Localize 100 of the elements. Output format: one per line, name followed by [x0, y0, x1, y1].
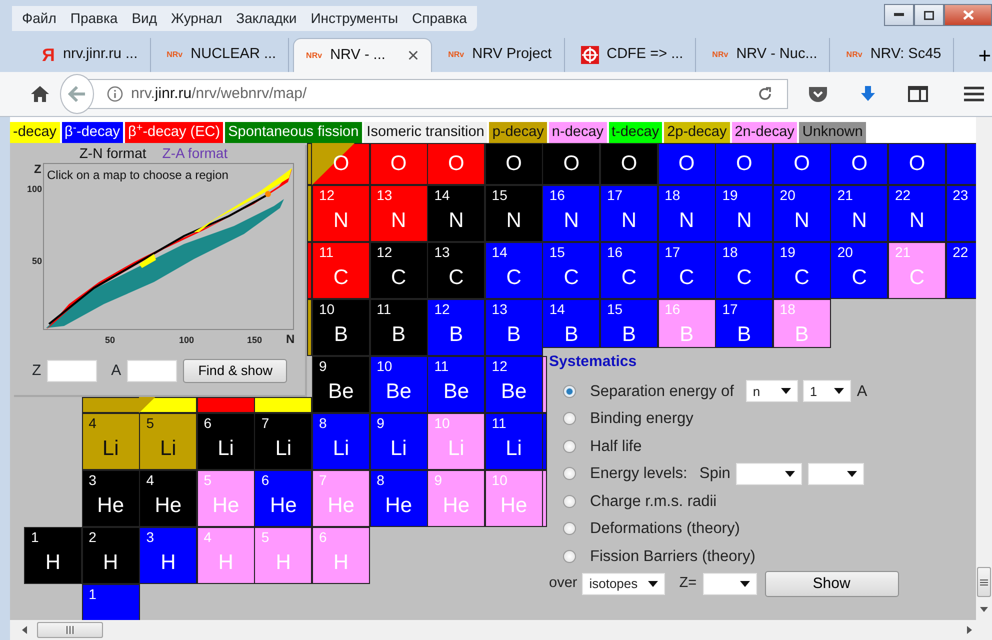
- nuclide-cell[interactable]: 12 B: [427, 299, 486, 356]
- nuclide-cell[interactable]: 23: [946, 185, 976, 242]
- nuclide-cell[interactable]: 13 N: [370, 185, 428, 242]
- a-input[interactable]: [127, 360, 178, 382]
- menu-item[interactable]: Справка: [412, 8, 467, 29]
- nuclide-cell[interactable]: 3 He: [82, 470, 140, 527]
- nuclide-cell[interactable]: O: [600, 143, 658, 185]
- nuclide-cell[interactable]: 10 Be: [370, 356, 428, 413]
- nuclide-cell[interactable]: 19 C: [772, 242, 831, 299]
- nuclide-cell[interactable]: [307, 299, 312, 356]
- scroll-thumb[interactable]: [37, 622, 103, 638]
- nuclide-cell[interactable]: 16 N: [542, 185, 600, 242]
- nuclide-cell[interactable]: 17 B: [715, 299, 774, 348]
- nuclide-cell[interactable]: 11 C: [312, 242, 370, 299]
- z-input[interactable]: [47, 360, 98, 382]
- nuclide-cell[interactable]: 6 Li: [196, 413, 255, 470]
- nuclide-cell[interactable]: 22: [946, 242, 976, 299]
- nuclide-cell[interactable]: 1 H: [24, 527, 82, 584]
- radio-button[interactable]: [563, 440, 576, 453]
- nuclide-cell[interactable]: 12 Be: [484, 356, 543, 413]
- nuclide-cell[interactable]: 4 He: [139, 470, 198, 527]
- nuclide-cell[interactable]: 22 N: [888, 185, 946, 242]
- tab-close-button[interactable]: ×: [393, 46, 420, 66]
- over-select[interactable]: isotopes: [582, 572, 666, 595]
- nuclide-cell[interactable]: 11 B: [370, 299, 428, 356]
- radio-button[interactable]: [563, 494, 576, 508]
- menu-item[interactable]: Закладки: [236, 8, 297, 29]
- nuclide-cell[interactable]: 11 Li: [484, 413, 543, 470]
- nuclide-cell[interactable]: 18 C: [715, 242, 774, 299]
- show-button[interactable]: Show: [764, 570, 899, 597]
- spin-select[interactable]: [736, 462, 802, 485]
- nuclide-cell[interactable]: 15 B: [600, 299, 658, 348]
- nuclide-cell[interactable]: [542, 413, 547, 470]
- maximize-button[interactable]: [914, 4, 944, 26]
- format-link[interactable]: Z-N format: [79, 143, 146, 161]
- nuclide-cell[interactable]: 5 Li: [139, 413, 198, 470]
- nuclide-cell[interactable]: O: [772, 143, 831, 185]
- menu-item[interactable]: Вид: [132, 8, 158, 29]
- nuclide-cell[interactable]: 17 C: [658, 242, 716, 299]
- nuclide-cell[interactable]: 7 Li: [254, 413, 312, 470]
- nuclide-cell[interactable]: O: [715, 143, 774, 185]
- radio-button[interactable]: [563, 550, 576, 563]
- nuclide-cell[interactable]: [307, 143, 312, 185]
- nuclide-cell[interactable]: 3 H: [139, 527, 198, 584]
- nuclide-cell[interactable]: 14 B: [542, 299, 600, 348]
- menu-item[interactable]: Файл: [22, 8, 56, 29]
- nuclide-cell[interactable]: O: [658, 143, 716, 185]
- nuclide-cell[interactable]: O: [888, 143, 946, 185]
- nuclide-cell[interactable]: 15 C: [542, 242, 600, 299]
- nuclide-cell[interactable]: O: [312, 143, 370, 185]
- nuclide-cell[interactable]: 13 B: [484, 299, 543, 356]
- nuclide-cell[interactable]: 13 C: [427, 242, 486, 299]
- nuclide-cell[interactable]: O: [542, 143, 600, 185]
- nuclide-cell[interactable]: [196, 397, 255, 413]
- nuclide-cell[interactable]: [307, 185, 312, 242]
- nuclide-cell[interactable]: [542, 356, 547, 413]
- nuclide-cell[interactable]: O: [484, 143, 543, 185]
- menu-item[interactable]: Инструменты: [310, 8, 398, 29]
- scroll-down-icon[interactable]: [980, 607, 988, 612]
- browser-tab[interactable]: NRv NRV - ... ×: [293, 38, 432, 72]
- nuclide-cell[interactable]: 10 B: [312, 299, 370, 356]
- nuclide-cell[interactable]: 9 Li: [370, 413, 428, 470]
- horizontal-scrollbar[interactable]: [10, 620, 992, 640]
- radio-button[interactable]: [563, 384, 576, 398]
- scroll-right-icon[interactable]: [967, 626, 972, 634]
- nuclide-cell[interactable]: 9 Be: [312, 356, 370, 413]
- particle-select[interactable]: n: [746, 380, 798, 402]
- nuclide-cell[interactable]: [139, 397, 198, 413]
- address-bar[interactable]: nrv.jinr.ru/nrv/webnrv/map/: [88, 79, 788, 109]
- new-tab-button[interactable]: +: [972, 39, 992, 72]
- nuclide-cell[interactable]: O: [830, 143, 888, 185]
- nuclide-cell[interactable]: 19 N: [715, 185, 774, 242]
- menu-item[interactable]: Правка: [70, 8, 118, 29]
- nuclide-cell[interactable]: 8 Li: [312, 413, 370, 470]
- scroll-thumb[interactable]: [977, 567, 991, 597]
- menu-item[interactable]: Журнал: [171, 8, 222, 29]
- nuclide-cell[interactable]: 20 N: [772, 185, 831, 242]
- find-show-button[interactable]: Find & show: [183, 359, 288, 384]
- nuclide-cell[interactable]: 20 C: [830, 242, 888, 299]
- nuclide-cell[interactable]: 15 N: [484, 185, 543, 242]
- nuclide-cell[interactable]: 17 N: [600, 185, 658, 242]
- nuclide-cell[interactable]: 11 Be: [427, 356, 486, 413]
- nuclide-cell[interactable]: 21 N: [830, 185, 888, 242]
- nuclide-cell[interactable]: 4 Li: [82, 413, 140, 470]
- radio-button[interactable]: [563, 467, 576, 480]
- nuclide-cell[interactable]: [542, 470, 547, 527]
- nuclide-cell[interactable]: 14 N: [427, 185, 486, 242]
- minimize-button[interactable]: [884, 4, 914, 26]
- nuclide-cell[interactable]: [307, 242, 312, 299]
- vertical-scrollbar[interactable]: [976, 117, 992, 620]
- close-button[interactable]: [944, 4, 992, 26]
- scroll-left-icon[interactable]: [22, 626, 27, 634]
- nuclide-cell[interactable]: 18 N: [658, 185, 716, 242]
- nuclide-cell[interactable]: 6 He: [254, 470, 312, 527]
- nuclide-cell[interactable]: 12 N: [312, 185, 370, 242]
- nuclide-cell[interactable]: 1: [82, 584, 140, 620]
- radio-button[interactable]: [563, 412, 576, 426]
- nuclide-cell[interactable]: O: [427, 143, 486, 185]
- count-select[interactable]: 1: [802, 380, 851, 402]
- nuclide-cell[interactable]: 12 C: [370, 242, 428, 299]
